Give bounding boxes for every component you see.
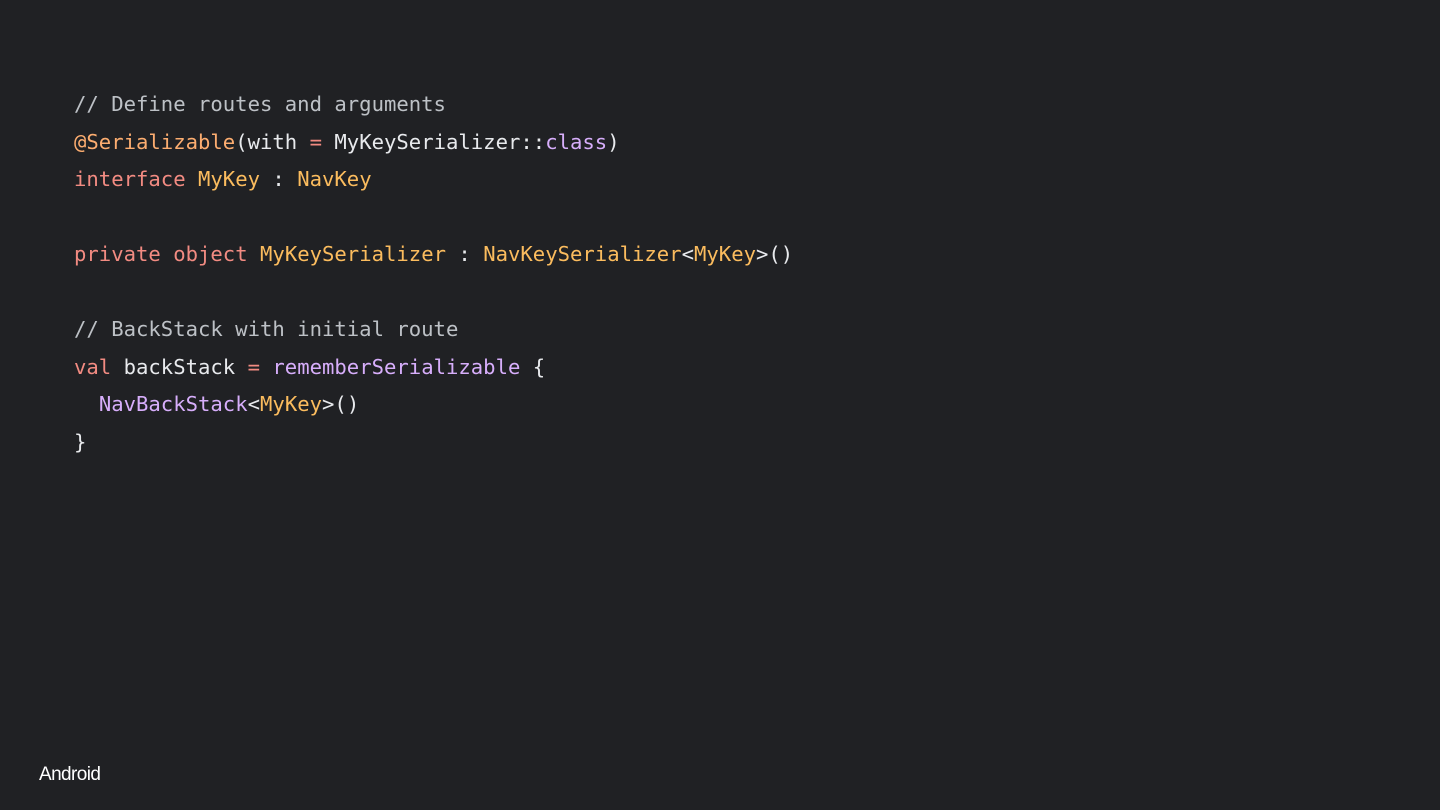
android-logo: Android	[39, 764, 101, 785]
code-token-keyword: object	[173, 242, 248, 266]
code-token-plain: MyKeySerializer::	[322, 129, 546, 154]
code-token-plain: <	[247, 392, 261, 416]
code-token-op: =	[309, 129, 322, 154]
code-token-plain: {	[520, 354, 546, 379]
code-line: interface MyKey : NavKey	[74, 161, 793, 199]
code-token-keyword: interface	[74, 167, 186, 191]
code-line: @Serializable(with = MyKeySerializer::cl…	[74, 124, 793, 162]
code-token-plain: :	[446, 242, 484, 266]
code-token-type: MyKey	[260, 392, 323, 416]
code-token-keyword: val	[74, 354, 112, 379]
code-token-type: MyKeySerializer	[260, 242, 446, 266]
code-token-func: rememberSerializable	[272, 354, 521, 379]
code-token-plain: (with	[235, 129, 310, 154]
code-line: private object MyKeySerializer : NavKeyS…	[74, 236, 793, 274]
code-token-func: class	[545, 129, 608, 154]
code-token-plain: )	[607, 129, 620, 154]
code-token-plain: }	[74, 429, 87, 454]
code-token-keyword: private	[74, 242, 161, 266]
code-token-plain: <	[681, 242, 694, 266]
code-line: // BackStack with initial route	[74, 311, 793, 349]
code-token-comment: // BackStack with initial route	[74, 317, 459, 341]
code-token-plain: :	[260, 167, 298, 191]
code-line: val backStack = rememberSerializable {	[74, 349, 793, 387]
code-line: // Define routes and arguments	[74, 86, 793, 124]
code-token-plain: >()	[322, 392, 360, 416]
code-line: NavBackStack<MyKey>()	[74, 386, 793, 424]
code-token-plain: backStack	[111, 354, 248, 379]
code-token-op: =	[247, 354, 260, 379]
code-token-plain: >()	[756, 242, 794, 266]
slide: // Define routes and arguments @Serializa…	[0, 0, 1440, 810]
code-token-type: NavKeySerializer	[483, 242, 682, 266]
code-line: }	[74, 424, 793, 462]
code-token-type: MyKey	[694, 242, 756, 266]
code-token-annotation: @Serializable	[74, 129, 236, 154]
code-token-type: NavKey	[297, 167, 372, 191]
code-block: // Define routes and arguments @Serializa…	[74, 86, 793, 461]
code-token-comment: // Define routes and arguments	[74, 92, 446, 116]
code-token-type: MyKey	[198, 167, 260, 191]
code-token-func: NavBackStack	[98, 392, 248, 416]
